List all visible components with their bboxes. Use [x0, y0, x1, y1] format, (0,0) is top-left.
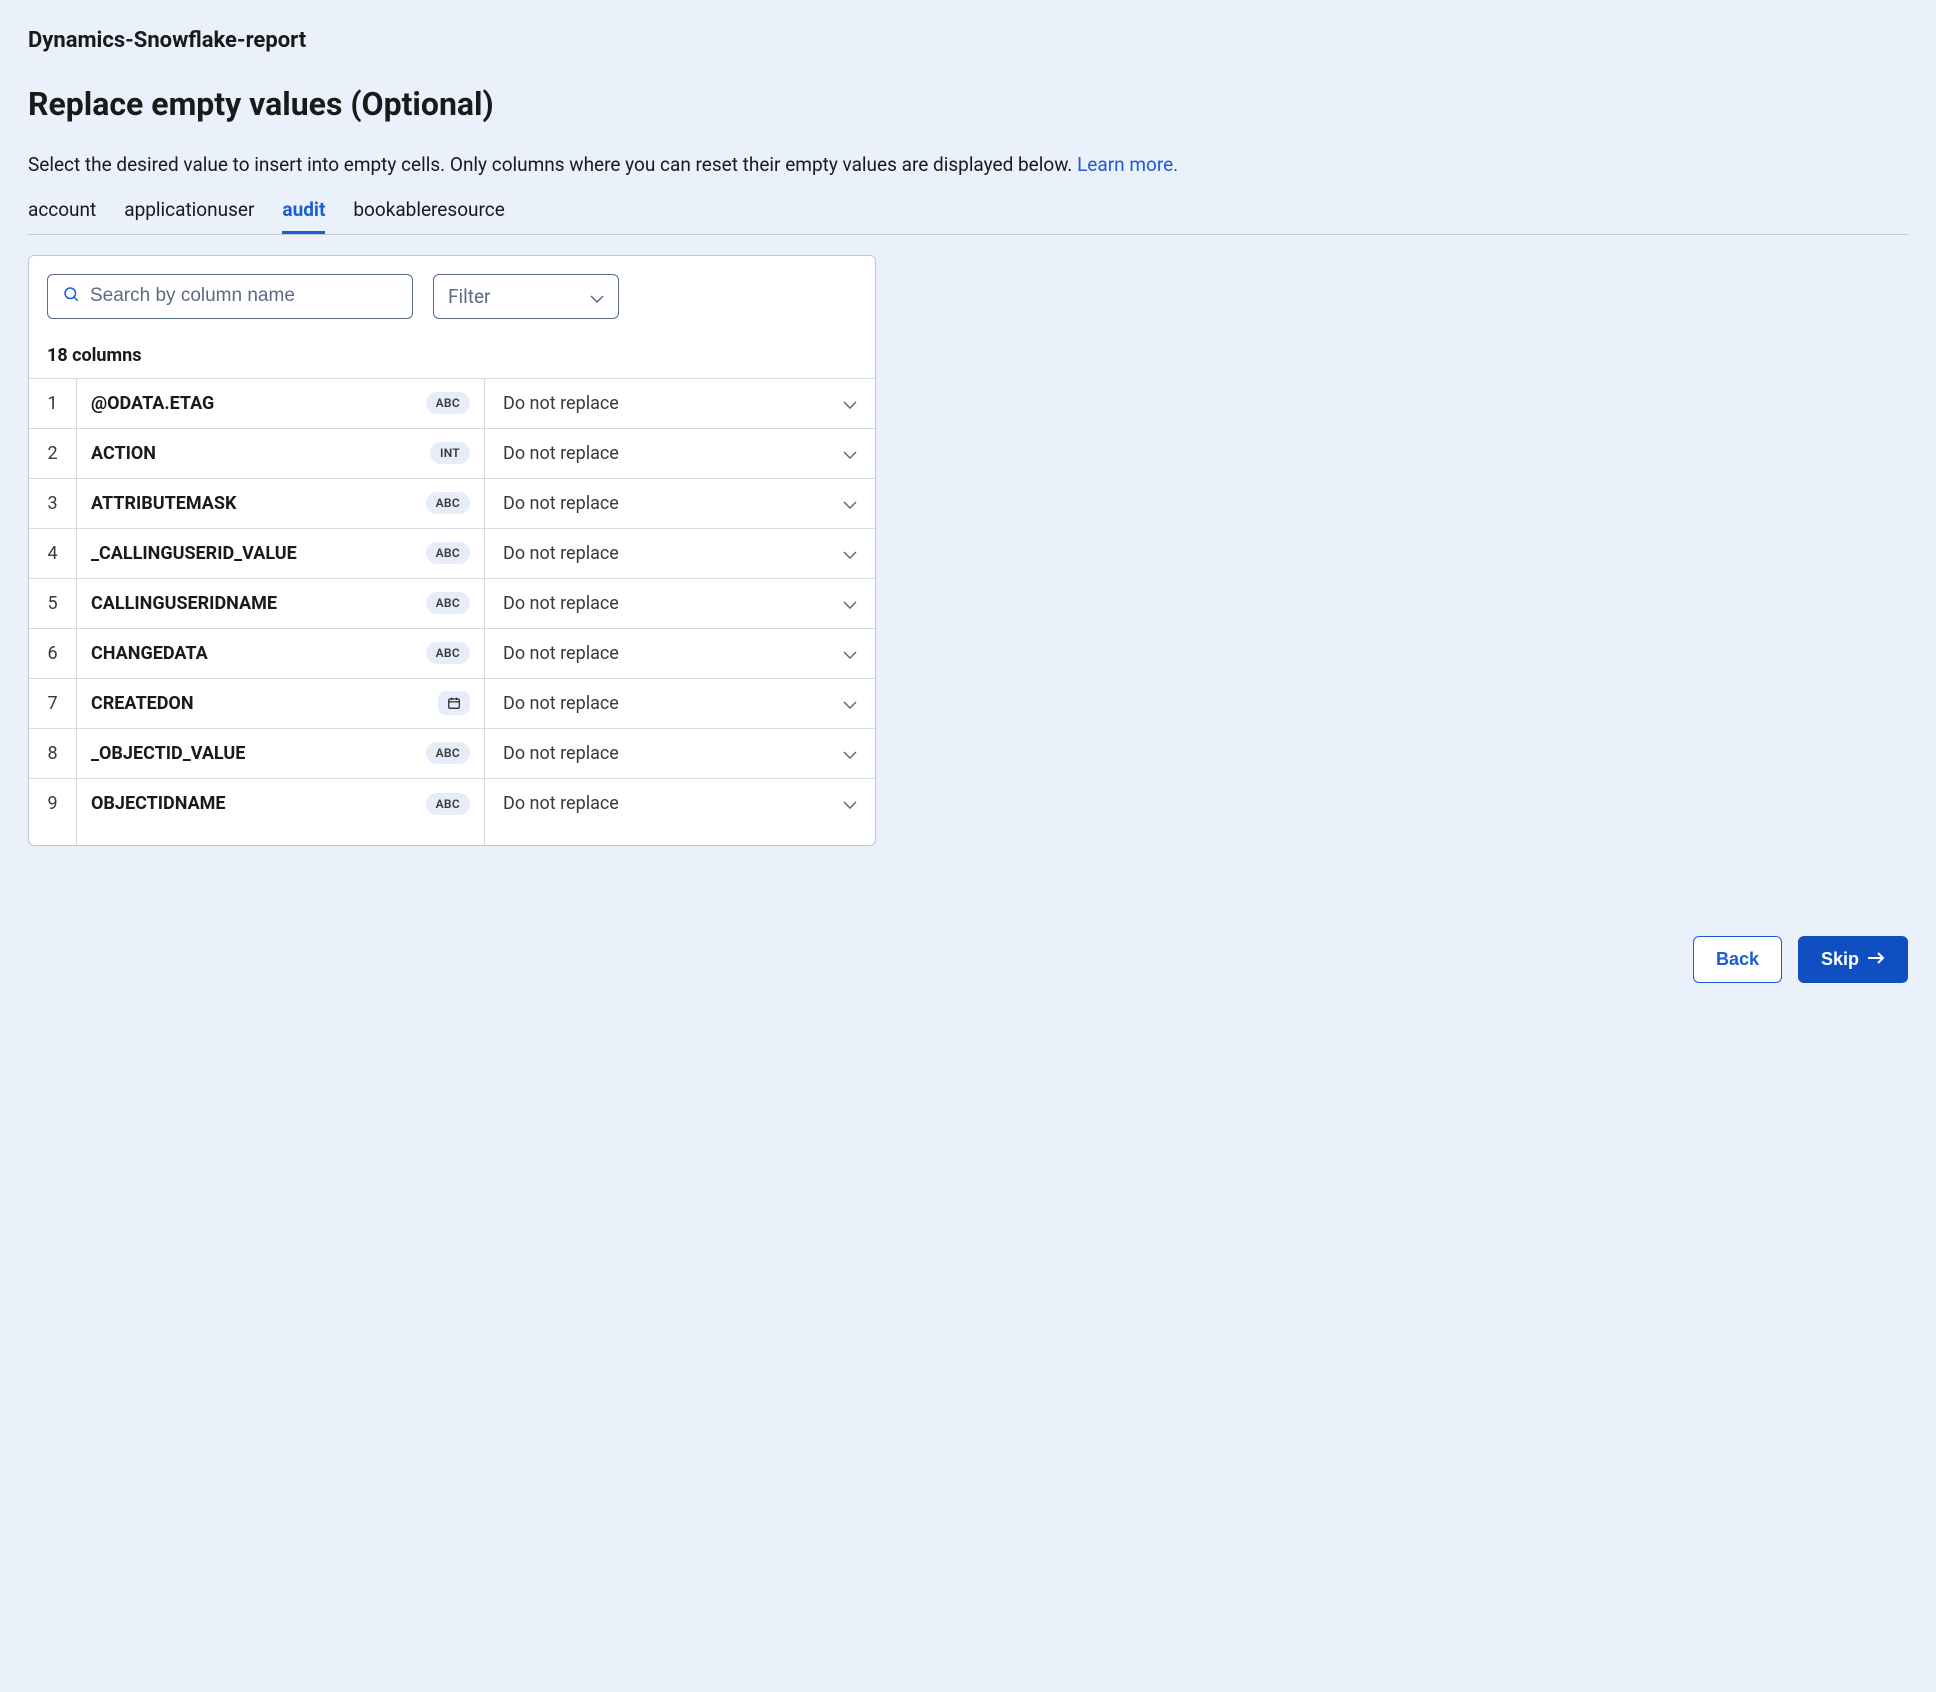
description-text: Select the desired value to insert into … [28, 153, 1077, 176]
type-badge: ABC [426, 642, 470, 664]
replace-action-label: Do not replace [503, 743, 619, 764]
description: Select the desired value to insert into … [28, 151, 1908, 180]
replace-action-select[interactable]: Do not replace [485, 729, 875, 778]
table-row: 1 @ODATA.ETAG ABC Do not replace [29, 379, 875, 429]
search-box[interactable] [47, 274, 413, 319]
chevron-down-icon [843, 594, 857, 613]
row-number: 6 [29, 629, 77, 678]
column-name-cell: _CALLINGUSERID_VALUE ABC [77, 529, 485, 578]
table-row-stub [29, 829, 875, 845]
column-name-cell: OBJECTIDNAME ABC [77, 779, 485, 829]
table-row: 4 _CALLINGUSERID_VALUE ABC Do not replace [29, 529, 875, 579]
row-number: 2 [29, 429, 77, 478]
row-number: 4 [29, 529, 77, 578]
column-count: 18 columns [29, 337, 875, 379]
type-badge: ABC [426, 793, 470, 815]
skip-button-label: Skip [1821, 949, 1859, 970]
chevron-down-icon [843, 794, 857, 813]
footer-buttons: Back Skip [28, 936, 1908, 983]
column-name-label: OBJECTIDNAME [91, 793, 226, 814]
row-number: 3 [29, 479, 77, 528]
type-badge: ABC [426, 542, 470, 564]
column-name-label: CALLINGUSERIDNAME [91, 593, 277, 614]
table-row: 2 ACTION INT Do not replace [29, 429, 875, 479]
row-number: 5 [29, 579, 77, 628]
table-row: 5 CALLINGUSERIDNAME ABC Do not replace [29, 579, 875, 629]
column-name-cell: ACTION INT [77, 429, 485, 478]
learn-more-link[interactable]: Learn more. [1077, 153, 1178, 176]
column-name-label: CREATEDON [91, 693, 194, 714]
column-name-cell: CREATEDON [77, 679, 485, 728]
column-name-label: _CALLINGUSERID_VALUE [91, 543, 297, 564]
chevron-down-icon [843, 644, 857, 663]
tab-account[interactable]: account [28, 198, 96, 234]
chevron-down-icon [843, 444, 857, 463]
card-controls: Filter [29, 256, 875, 337]
replace-action-select[interactable]: Do not replace [485, 379, 875, 428]
replace-action-label: Do not replace [503, 793, 619, 814]
skip-button[interactable]: Skip [1798, 936, 1908, 983]
tab-bookableresource[interactable]: bookableresource [353, 198, 504, 234]
type-badge: INT [430, 442, 470, 464]
type-badge: ABC [426, 392, 470, 414]
replace-action-select[interactable]: Do not replace [485, 779, 875, 829]
columns-card: Filter 18 columns 1 @ODATA.ETAG ABC Do not … [28, 255, 876, 846]
search-input[interactable] [90, 285, 398, 307]
row-number: 1 [29, 379, 77, 428]
column-name-label: @ODATA.ETAG [91, 393, 214, 414]
column-name-cell: _OBJECTID_VALUE ABC [77, 729, 485, 778]
column-name-label: _OBJECTID_VALUE [91, 743, 245, 764]
replace-action-select[interactable]: Do not replace [485, 579, 875, 628]
column-name-cell: ATTRIBUTEMASK ABC [77, 479, 485, 528]
calendar-icon [438, 691, 470, 715]
type-badge: ABC [426, 592, 470, 614]
replace-action-label: Do not replace [503, 643, 619, 664]
replace-action-label: Do not replace [503, 393, 619, 414]
column-name-cell: @ODATA.ETAG ABC [77, 379, 485, 428]
table-row: 6 CHANGEDATA ABC Do not replace [29, 629, 875, 679]
row-number: 8 [29, 729, 77, 778]
section-heading: Replace empty values (Optional) [28, 85, 1908, 123]
tab-audit[interactable]: audit [282, 198, 325, 234]
replace-action-select[interactable]: Do not replace [485, 429, 875, 478]
chevron-down-icon [843, 744, 857, 763]
chevron-down-icon [843, 394, 857, 413]
replace-action-label: Do not replace [503, 543, 619, 564]
chevron-down-icon [590, 285, 604, 308]
tab-applicationuser[interactable]: applicationuser [124, 198, 254, 234]
row-number: 9 [29, 779, 77, 829]
table-row: 3 ATTRIBUTEMASK ABC Do not replace [29, 479, 875, 529]
filter-select[interactable]: Filter [433, 274, 619, 319]
column-name-label: ACTION [91, 443, 156, 464]
chevron-down-icon [843, 544, 857, 563]
type-badge: ABC [426, 742, 470, 764]
replace-action-select[interactable]: Do not replace [485, 529, 875, 578]
column-name-cell: CHANGEDATA ABC [77, 629, 485, 678]
replace-action-label: Do not replace [503, 493, 619, 514]
row-number: 7 [29, 679, 77, 728]
table-row: 8 _OBJECTID_VALUE ABC Do not replace [29, 729, 875, 779]
column-name-label: ATTRIBUTEMASK [91, 493, 236, 514]
replace-action-select[interactable]: Do not replace [485, 479, 875, 528]
column-name-cell: CALLINGUSERIDNAME ABC [77, 579, 485, 628]
replace-action-label: Do not replace [503, 593, 619, 614]
page-title: Dynamics-Snowflake-report [28, 28, 1908, 53]
replace-action-label: Do not replace [503, 693, 619, 714]
table-row: 7 CREATEDON Do not replace [29, 679, 875, 729]
replace-action-select[interactable]: Do not replace [485, 629, 875, 678]
back-button[interactable]: Back [1693, 936, 1782, 983]
filter-label: Filter [448, 285, 490, 308]
arrow-right-icon [1867, 949, 1885, 970]
replace-action-select[interactable]: Do not replace [485, 679, 875, 728]
tab-bar: account applicationuser audit bookablere… [28, 198, 1908, 235]
replace-action-label: Do not replace [503, 443, 619, 464]
chevron-down-icon [843, 694, 857, 713]
table-row: 9 OBJECTIDNAME ABC Do not replace [29, 779, 875, 829]
search-icon [62, 285, 80, 307]
back-button-label: Back [1716, 949, 1759, 970]
type-badge: ABC [426, 492, 470, 514]
column-name-label: CHANGEDATA [91, 643, 208, 664]
chevron-down-icon [843, 494, 857, 513]
